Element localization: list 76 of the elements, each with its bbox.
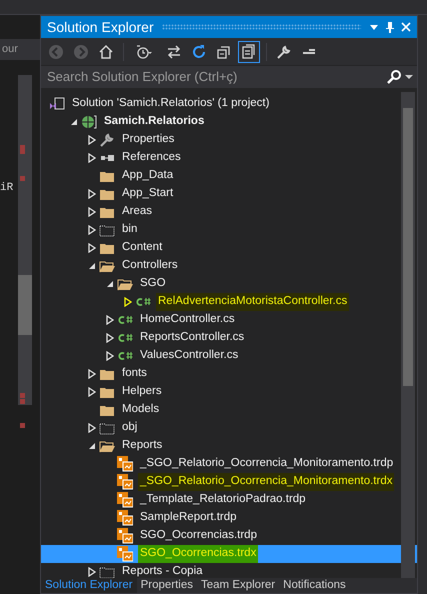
item-label[interactable]: ValuesController.cs: [138, 347, 240, 365]
report-file-icon: [117, 492, 133, 508]
collapsed-arrow-icon[interactable]: [88, 387, 96, 397]
collapsed-arrow-icon[interactable]: [88, 567, 96, 577]
item-label[interactable]: fonts: [120, 365, 149, 383]
item-label[interactable]: Properties: [120, 131, 176, 149]
item-label[interactable]: Solution 'Samich.Relatorios' (1 project): [70, 95, 272, 113]
scrollbar-thumb[interactable]: [18, 275, 32, 335]
item-label[interactable]: SGO: [138, 275, 168, 293]
item-label[interactable]: ReportsController.cs: [138, 329, 246, 347]
scrollbar-thumb[interactable]: [403, 108, 413, 386]
report-file-icon: [117, 546, 133, 562]
collapsed-arrow-icon[interactable]: [106, 333, 114, 343]
expanded-arrow-icon[interactable]: [70, 118, 78, 126]
item-label[interactable]: Content: [120, 239, 164, 257]
collapsed-arrow-icon[interactable]: [106, 351, 114, 361]
search-icon[interactable]: [387, 70, 401, 84]
home-icon[interactable]: [98, 44, 114, 60]
combo-box[interactable]: our: [0, 39, 40, 60]
item-label[interactable]: Areas: [120, 203, 154, 221]
item-label[interactable]: App_Data: [120, 167, 176, 185]
item-label[interactable]: HomeController.cs: [138, 311, 237, 329]
expanded-arrow-icon[interactable]: [106, 280, 114, 288]
panel-title: Solution Explorer: [47, 18, 154, 37]
close-icon[interactable]: [401, 22, 411, 32]
item-label[interactable]: Helpers: [120, 383, 164, 401]
collapsed-arrow-icon[interactable]: [88, 207, 96, 217]
wrench-icon: [99, 132, 115, 148]
report-file-icon: [117, 528, 133, 544]
collapsed-arrow-icon[interactable]: [88, 135, 96, 145]
item-label[interactable]: SampleReport.trdp: [138, 509, 239, 527]
item-label[interactable]: Reports - Copia: [120, 563, 205, 578]
collapsed-arrow-icon[interactable]: [88, 423, 96, 433]
collapsed-arrow-icon[interactable]: [88, 369, 96, 379]
expanded-arrow-icon[interactable]: [88, 442, 96, 450]
collapsed-arrow-icon[interactable]: [124, 297, 132, 307]
collapsed-arrow-icon[interactable]: [88, 189, 96, 199]
error-marker: [20, 423, 25, 428]
collapsed-arrow-icon[interactable]: [106, 315, 114, 325]
solution-icon: [49, 96, 65, 112]
panel-tab[interactable]: Properties: [136, 578, 197, 593]
item-label[interactable]: _SGO_Relatorio_Ocorrencia_Monitoramento.trdx: [138, 473, 394, 491]
collapsed-arrow-icon[interactable]: [88, 243, 96, 253]
item-label[interactable]: obj: [120, 419, 140, 437]
dropdown-icon[interactable]: [405, 74, 413, 80]
report-file-icon: [117, 510, 133, 526]
collapsed-arrow-icon[interactable]: [88, 225, 96, 235]
wrench-icon[interactable]: [276, 44, 292, 60]
item-label[interactable]: Controllers: [120, 257, 180, 275]
report-file-icon: [117, 474, 133, 490]
show-all-files-button[interactable]: [238, 40, 260, 62]
item-label[interactable]: App_Start: [120, 185, 176, 203]
pin-icon[interactable]: [385, 21, 395, 33]
item-label[interactable]: _Template_RelatorioPadrao.trdp: [138, 491, 308, 509]
item-label[interactable]: Models: [120, 401, 162, 419]
refresh-icon[interactable]: [191, 44, 207, 60]
item-label[interactable]: bin: [120, 221, 140, 239]
item-label[interactable]: SGO_Ocorrencias.trdp: [138, 527, 259, 545]
dropdown-icon[interactable]: [369, 23, 379, 31]
globe-icon: [81, 114, 97, 130]
item-label[interactable]: References: [120, 149, 183, 167]
item-label[interactable]: RelAdvertenciaMotoristaController.cs: [156, 293, 350, 311]
panel-tab[interactable]: Solution Explorer: [41, 578, 137, 593]
collapse-all-icon[interactable]: [216, 44, 232, 60]
item-label[interactable]: _SGO_Relatorio_Ocorrencia_Monitoramento.trdp: [138, 455, 396, 473]
panel-tab[interactable]: Notifications: [279, 578, 350, 593]
expanded-arrow-icon[interactable]: [88, 262, 96, 270]
error-marker: [20, 176, 25, 181]
report-file-icon: [117, 456, 133, 472]
panel-tab[interactable]: Team Explorer: [197, 578, 280, 593]
item-label[interactable]: Samich.Relatorios: [102, 113, 206, 131]
collapsed-arrow-icon[interactable]: [88, 153, 96, 163]
item-label[interactable]: Reports: [120, 437, 164, 455]
sync-arrows-icon[interactable]: [166, 44, 182, 60]
code-text: iR: [0, 180, 14, 196]
clock-icon[interactable]: [136, 44, 154, 60]
